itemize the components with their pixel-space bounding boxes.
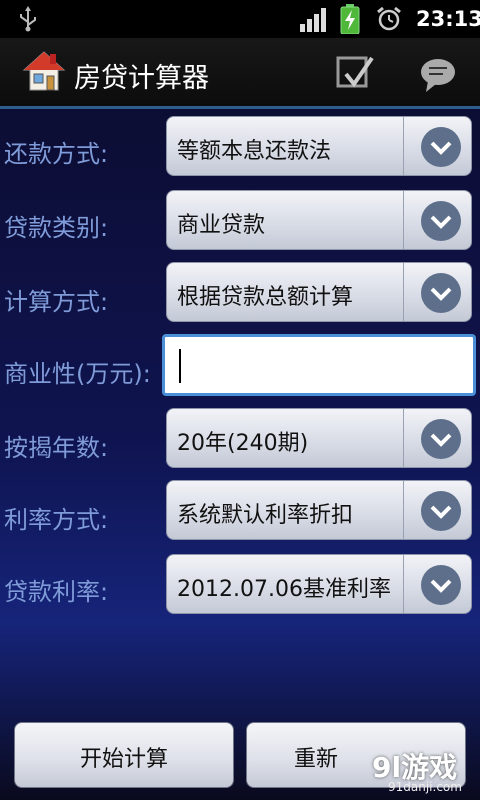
text-caret xyxy=(179,349,181,383)
calculate-button[interactable]: 开始计算 xyxy=(14,722,234,788)
loan-rate-label: 贷款利率: xyxy=(4,578,109,606)
commercial-amount-label: 商业性(万元): xyxy=(4,360,151,388)
chevron-down-icon xyxy=(421,201,461,241)
battery-charging-icon xyxy=(340,4,360,34)
usb-icon xyxy=(20,6,36,32)
repayment-method-spinner[interactable]: 等额本息还款法 xyxy=(166,116,472,176)
signal-icon xyxy=(300,8,326,32)
loan-rate-spinner[interactable]: 2012.07.06基准利率 xyxy=(166,554,472,614)
mortgage-years-label: 按揭年数: xyxy=(4,434,109,462)
mortgage-years-spinner[interactable]: 20年(240期) xyxy=(166,408,472,468)
repayment-method-label: 还款方式: xyxy=(4,140,109,168)
watermark-url: 91danji.com xyxy=(388,780,462,794)
app-title: 房贷计算器 xyxy=(74,63,209,94)
rate-method-value: 系统默认利率折扣 xyxy=(177,503,354,528)
repayment-method-value: 等额本息还款法 xyxy=(177,139,332,164)
clock-time: 23:13 xyxy=(416,7,480,31)
rate-method-spinner[interactable]: 系统默认利率折扣 xyxy=(166,480,472,540)
spinner-divider xyxy=(403,555,404,613)
spinner-divider xyxy=(403,263,404,321)
rate-method-label: 利率方式: xyxy=(4,506,109,534)
loan-type-spinner[interactable]: 商业贷款 xyxy=(166,190,472,250)
house-icon xyxy=(22,51,66,91)
chat-icon[interactable] xyxy=(418,54,458,94)
title-bar: 房贷计算器 xyxy=(0,38,480,109)
calculate-button-label: 开始计算 xyxy=(79,747,168,772)
mortgage-years-value: 20年(240期) xyxy=(177,431,309,456)
spinner-divider xyxy=(403,481,404,539)
calc-method-label: 计算方式: xyxy=(4,288,109,316)
spinner-divider xyxy=(403,191,404,249)
spinner-divider xyxy=(403,409,404,467)
status-bar: 23:13 xyxy=(0,0,480,38)
commercial-amount-input[interactable] xyxy=(162,334,476,396)
calc-method-spinner[interactable]: 根据贷款总额计算 xyxy=(166,262,472,322)
spinner-divider xyxy=(403,117,404,175)
watermark: 9l游戏 91danji.com xyxy=(364,746,480,800)
loan-type-value: 商业贷款 xyxy=(177,213,266,238)
alarm-icon xyxy=(377,6,401,31)
chevron-down-icon xyxy=(421,419,461,459)
loan-type-label: 贷款类别: xyxy=(4,214,109,242)
check-icon[interactable] xyxy=(334,52,376,94)
loan-rate-value: 2012.07.06基准利率 xyxy=(177,577,391,602)
calc-method-value: 根据贷款总额计算 xyxy=(177,285,354,310)
chevron-down-icon xyxy=(421,273,461,313)
chevron-down-icon xyxy=(421,491,461,531)
chevron-down-icon xyxy=(421,565,461,605)
chevron-down-icon xyxy=(421,127,461,167)
